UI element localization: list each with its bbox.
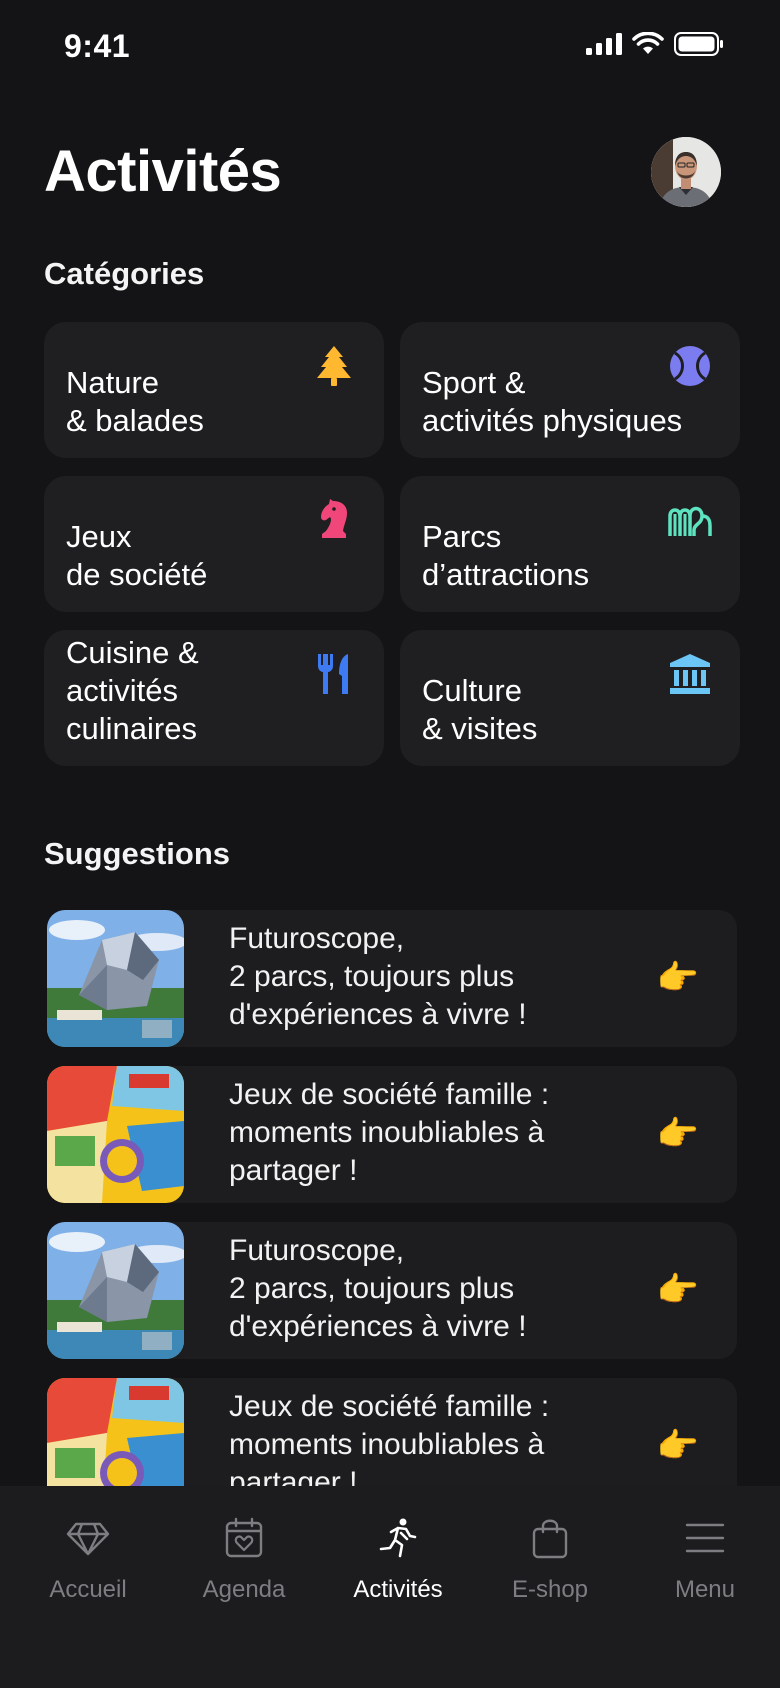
hamburger-menu-icon [685,1523,725,1553]
pointing-hand-icon: 👉 [656,959,699,997]
museum-icon [670,654,710,694]
tab-label: E-shop [511,1576,589,1603]
fork-knife-icon [318,654,348,694]
suggestion-item[interactable]: Jeux de société famille : moments inoubl… [47,1066,737,1203]
futuroscope-thumbnail [47,910,184,1047]
category-label: Culture & visites [422,673,538,746]
category-label: Cuisine & activités culinaires [66,635,199,746]
suggestion-text: Jeux de société famille : moments inoubl… [229,1390,550,1499]
tab-eshop[interactable]: E-shop [475,1516,625,1604]
category-theme-parks[interactable]: Parcs d’attractions [400,476,740,612]
tennis-ball-icon [670,346,710,386]
category-culture[interactable]: Culture & visites [400,630,740,766]
bottom-tab-bar: Accueil Agenda Activités E-shop Menu [0,1486,780,1688]
category-sport[interactable]: Sport & activités physiques [400,322,740,458]
roller-coaster-icon [668,506,712,536]
category-board-games[interactable]: Jeux de société [44,476,384,612]
category-nature[interactable]: Nature & balades [44,322,384,458]
running-icon [379,1518,417,1558]
calendar-heart-icon [225,1517,263,1558]
tab-label: Agenda [202,1576,286,1603]
categories-grid: Nature & balades Sport & activités physi… [44,322,740,766]
suggestion-item[interactable]: Futuroscope, 2 parcs, toujours plus d'ex… [47,910,737,1047]
tab-accueil[interactable]: Accueil [13,1516,163,1604]
status-icons [586,32,724,56]
tab-label: Activités [353,1576,443,1603]
status-bar: 9:41 [0,0,780,90]
suggestions-list: Futuroscope, 2 parcs, toujours plus d'ex… [47,910,737,1534]
futuroscope-thumbnail [47,1222,184,1359]
shopping-bag-icon [532,1519,568,1559]
diamond-icon [66,1522,110,1556]
board-games-thumbnail [47,1066,184,1203]
suggestion-text: Futuroscope, 2 parcs, toujours plus d'ex… [229,922,527,1031]
tab-menu[interactable]: Menu [630,1516,780,1604]
status-time: 9:41 [64,28,131,64]
battery-icon [674,32,723,56]
pointing-hand-icon: 👉 [656,1271,699,1309]
suggestion-text: Futuroscope, 2 parcs, toujours plus d'ex… [229,1234,527,1343]
tree-icon [317,346,351,386]
pointing-hand-icon: 👉 [656,1427,699,1465]
category-cooking[interactable]: Cuisine & activités culinaires [44,630,384,766]
tab-agenda[interactable]: Agenda [169,1516,319,1604]
category-label: Jeux de société [66,519,208,592]
tab-label: Accueil [49,1576,127,1603]
suggestion-item[interactable]: Futuroscope, 2 parcs, toujours plus d'ex… [47,1222,737,1359]
cellular-signal-icon [586,33,622,55]
category-label: Sport & activités physiques [422,365,683,438]
avatar[interactable] [651,137,721,207]
tab-activites[interactable]: Activités [323,1516,473,1604]
category-label: Nature & balades [66,365,204,438]
categories-title: Catégories [44,256,205,291]
wifi-icon [632,32,664,54]
suggestions-title: Suggestions [44,836,231,871]
pointing-hand-icon: 👉 [656,1115,699,1153]
page-title: Activités [44,139,282,204]
suggestion-text: Jeux de société famille : moments inoubl… [229,1078,550,1187]
category-label: Parcs d’attractions [422,519,590,592]
avatar-image [651,137,721,207]
tab-label: Menu [674,1576,736,1603]
chess-knight-icon [321,499,347,538]
